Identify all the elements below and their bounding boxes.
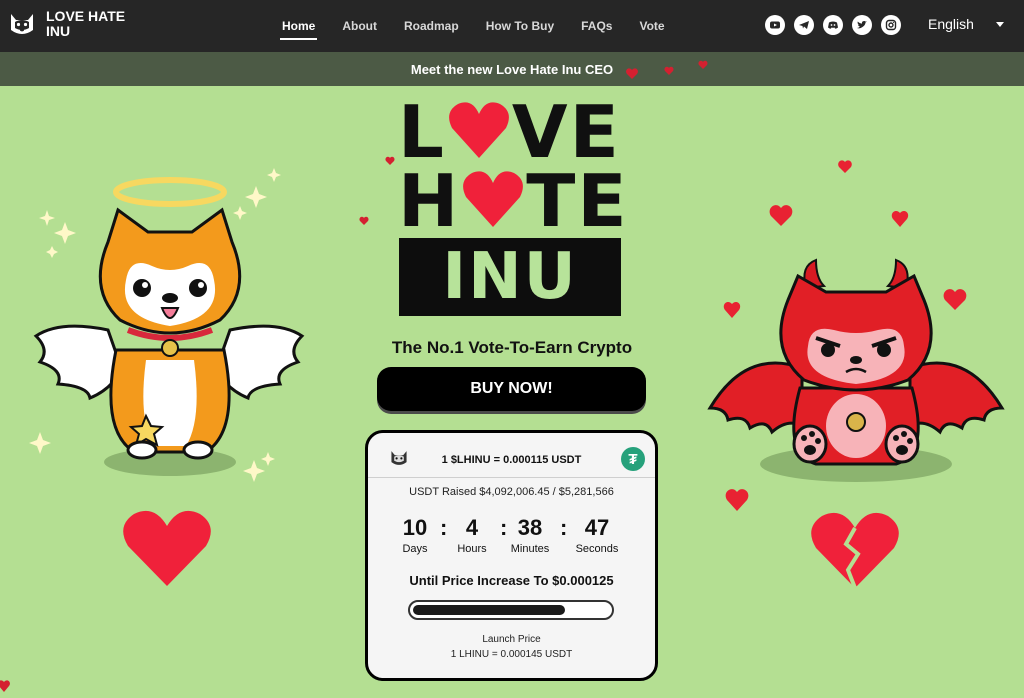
countdown-separator: : bbox=[560, 515, 568, 540]
social-links bbox=[765, 15, 910, 35]
token-rate: 1 $LHINU = 0.000115 USDT bbox=[441, 454, 582, 466]
angel-dog-illustration bbox=[33, 177, 305, 476]
launch-price: Launch Price 1 LHINU = 0.000145 USDT bbox=[368, 632, 655, 662]
title-line-love: L VE bbox=[398, 96, 621, 168]
heart-icon bbox=[123, 510, 211, 586]
buy-now-button[interactable]: BUY NOW! bbox=[377, 367, 646, 411]
broken-heart-icon bbox=[811, 512, 899, 589]
instagram-icon[interactable] bbox=[881, 15, 901, 35]
nav-links: Home About Roadmap How To Buy FAQs Vote bbox=[279, 0, 692, 52]
dog-logo-icon bbox=[11, 14, 33, 34]
nav-vote[interactable]: Vote bbox=[639, 0, 664, 52]
presale-progress-fill bbox=[413, 605, 565, 615]
launch-price-label: Launch Price bbox=[482, 634, 541, 645]
price-increase-text: Until Price Increase To $0.000125 bbox=[409, 573, 614, 588]
title-inu: INU bbox=[399, 238, 621, 316]
presale-progress-bar bbox=[408, 600, 614, 620]
nav-how-to-buy[interactable]: How To Buy bbox=[486, 0, 554, 52]
usdt-raised: USDT Raised $4,092,006.45 / $5,281,566 bbox=[409, 486, 614, 498]
language-selector[interactable]: English bbox=[928, 16, 1004, 32]
youtube-icon[interactable] bbox=[765, 15, 785, 35]
nav-home[interactable]: Home bbox=[279, 0, 318, 52]
countdown-seconds: 47 Seconds bbox=[575, 515, 619, 555]
divider bbox=[368, 477, 655, 478]
navbar: LOVE HATE INU Home About Roadmap How To … bbox=[0, 0, 1024, 52]
countdown-minutes: 38 Minutes bbox=[510, 515, 550, 555]
devil-dog-illustration bbox=[707, 258, 1005, 482]
nav-faqs[interactable]: FAQs bbox=[581, 0, 612, 52]
heart-icon bbox=[448, 102, 509, 158]
launch-price-value: 1 LHINU = 0.000145 USDT bbox=[450, 649, 573, 660]
countdown-days: 10 Days bbox=[402, 515, 428, 555]
brand[interactable]: LOVE HATE INU bbox=[6, 8, 136, 40]
twitter-icon[interactable] bbox=[852, 15, 872, 35]
title-letters-te: TE bbox=[526, 159, 629, 243]
language-label: English bbox=[928, 16, 974, 32]
heart-icon bbox=[463, 171, 524, 227]
caret-down-icon bbox=[995, 21, 1004, 27]
title-letter-h: H bbox=[398, 159, 461, 243]
tagline: The No.1 Vote-To-Earn Crypto bbox=[391, 338, 633, 357]
presale-card: 1 $LHINU = 0.000115 USDT ₮ USDT Raised $… bbox=[365, 430, 658, 681]
countdown-timer: 10 Days : 4 Hours : 38 Minutes : 47 Seco… bbox=[398, 515, 633, 563]
nav-about[interactable]: About bbox=[342, 0, 377, 52]
rate-row: 1 $LHINU = 0.000115 USDT ₮ bbox=[368, 447, 655, 473]
title-line-hate: H TE bbox=[398, 165, 629, 237]
telegram-icon[interactable] bbox=[794, 15, 814, 35]
countdown-separator: : bbox=[440, 515, 448, 540]
countdown-hours: 4 Hours bbox=[457, 515, 487, 555]
brand-name: LOVE HATE INU bbox=[46, 8, 126, 39]
discord-icon[interactable] bbox=[823, 15, 843, 35]
tether-icon: ₮ bbox=[621, 447, 645, 471]
nav-roadmap[interactable]: Roadmap bbox=[404, 0, 459, 52]
